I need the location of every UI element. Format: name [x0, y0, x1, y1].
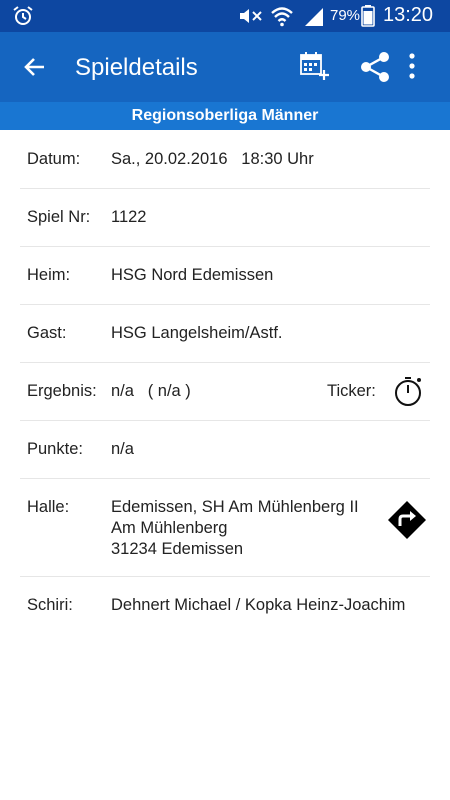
status-bar: 79% 13:20	[0, 0, 450, 32]
mute-icon	[238, 7, 264, 30]
row-datum: Datum: Sa., 20.02.2016 18:30 Uhr	[20, 131, 430, 189]
spiel-nr-value: 1122	[111, 208, 147, 226]
app-bar: Spieldetails	[0, 32, 450, 102]
directions-icon[interactable]	[386, 499, 428, 546]
share-icon[interactable]	[358, 50, 392, 89]
alarm-icon	[12, 5, 34, 32]
halle-line-street: Am Mühlenberg	[111, 519, 228, 537]
game-details: Datum: Sa., 20.02.2016 18:30 Uhr Spiel N…	[0, 131, 450, 634]
row-halle: Halle: Edemissen, SH Am Mühlenberg II Am…	[20, 479, 430, 577]
more-vert-icon[interactable]	[408, 52, 416, 85]
heim-value: HSG Nord Edemissen	[111, 266, 274, 284]
gast-label: Gast:	[27, 324, 67, 342]
punkte-value: n/a	[111, 440, 134, 458]
heim-label: Heim:	[27, 266, 71, 284]
halle-label: Halle:	[27, 498, 70, 516]
schiri-label: Schiri:	[27, 596, 73, 614]
page-title: Spieldetails	[75, 54, 198, 81]
ergebnis-value: n/a ( n/a )	[111, 382, 191, 400]
row-spiel-nr: Spiel Nr: 1122	[20, 189, 430, 247]
calendar-add-icon[interactable]	[298, 50, 330, 87]
row-gast: Gast: HSG Langelsheim/Astf.	[20, 305, 430, 363]
status-time: 13:20	[383, 4, 434, 26]
schiri-value: Dehnert Michael / Kopka Heinz-Joachim	[111, 596, 406, 614]
league-banner: Regionsoberliga Männer	[0, 102, 450, 130]
row-ergebnis: Ergebnis: n/a ( n/a ) Ticker:	[20, 363, 430, 421]
punkte-label: Punkte:	[27, 440, 83, 458]
battery-percent: 79%	[330, 7, 361, 24]
ticker-label: Ticker:	[327, 382, 376, 400]
datum-label: Datum:	[27, 150, 81, 168]
ergebnis-label: Ergebnis:	[27, 382, 97, 400]
halle-line-name: Edemissen, SH Am Mühlenberg II	[111, 498, 359, 516]
signal-icon	[303, 6, 325, 31]
gast-value: HSG Langelsheim/Astf.	[111, 324, 283, 342]
halle-line-city: 31234 Edemissen	[111, 540, 244, 558]
wifi-icon	[270, 5, 294, 32]
datum-value: Sa., 20.02.2016 18:30 Uhr	[111, 150, 314, 168]
row-punkte: Punkte: n/a	[20, 421, 430, 479]
halle-address: Edemissen, SH Am Mühlenberg II Am Mühlen…	[111, 498, 359, 561]
stopwatch-icon[interactable]	[392, 375, 424, 412]
back-arrow-icon[interactable]	[22, 54, 48, 85]
spiel-nr-label: Spiel Nr:	[27, 208, 91, 226]
row-heim: Heim: HSG Nord Edemissen	[20, 247, 430, 305]
battery-icon	[361, 5, 375, 32]
row-schiri: Schiri: Dehnert Michael / Kopka Heinz-Jo…	[20, 577, 430, 634]
